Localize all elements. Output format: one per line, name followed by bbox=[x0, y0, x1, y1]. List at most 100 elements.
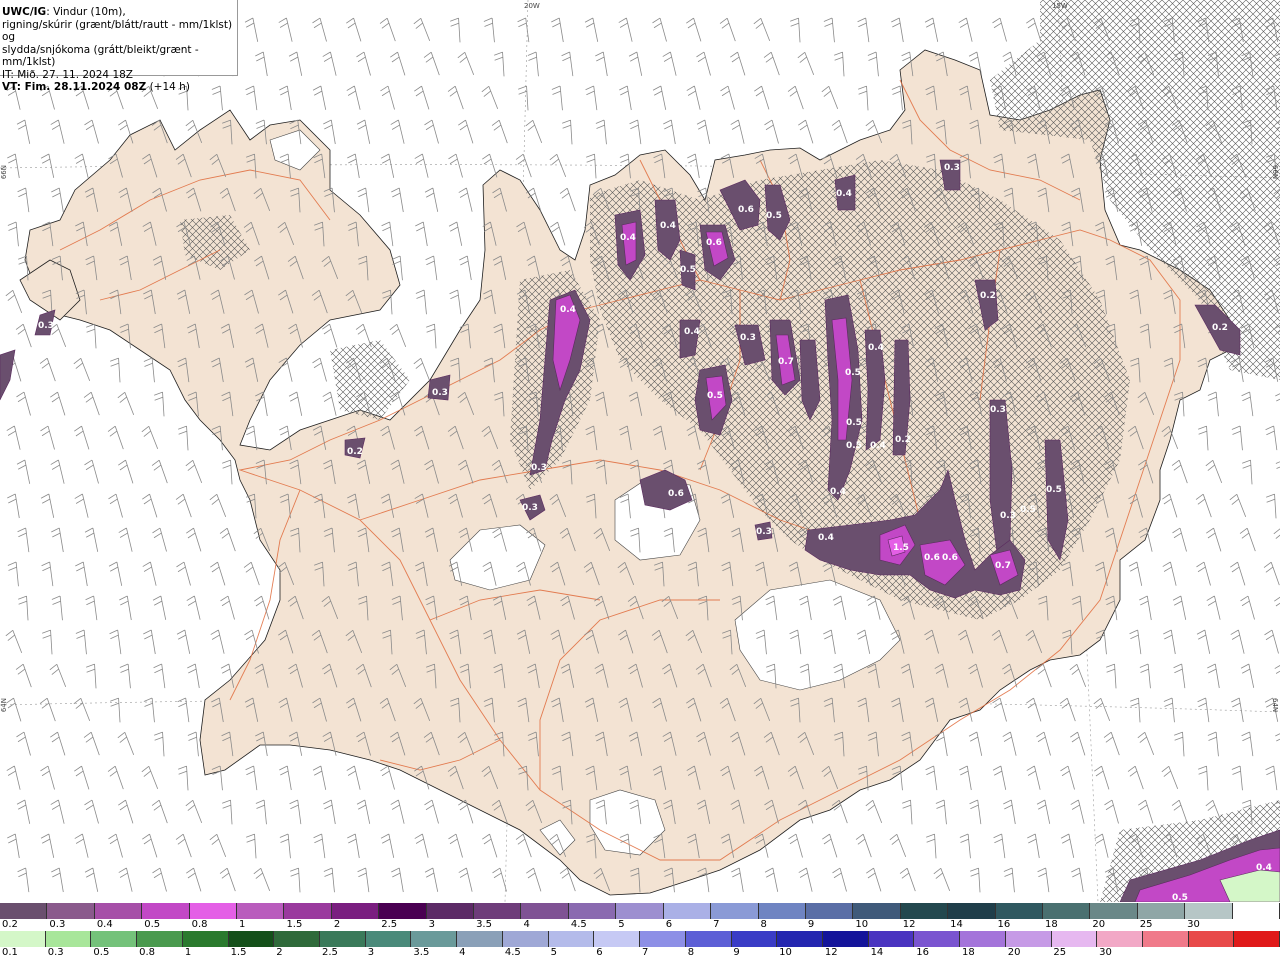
precip-label: 0.2 bbox=[980, 291, 996, 301]
model-name: UWC/IG bbox=[2, 6, 47, 18]
precip-label: 0.5 bbox=[846, 418, 862, 428]
legend-tick-label: 9 bbox=[807, 919, 815, 930]
legend-tick-label: 6 bbox=[665, 919, 673, 930]
legend-swatch bbox=[426, 903, 475, 919]
legend-swatch bbox=[822, 931, 869, 947]
precip-label: 0.2 bbox=[488, 545, 504, 555]
legend-tick-label: 2 bbox=[333, 919, 341, 930]
precip-label: 0.5 bbox=[707, 391, 723, 401]
legend-tick-label: 20 bbox=[1007, 947, 1021, 958]
legend-swatch bbox=[331, 903, 380, 919]
legend-swatch bbox=[711, 903, 759, 919]
legend-tick-label: 18 bbox=[1044, 919, 1058, 930]
latitude-label-66n-right: 66N bbox=[1271, 165, 1279, 180]
legend-swatch bbox=[1090, 903, 1138, 919]
precip-label: 0.4 bbox=[660, 221, 676, 231]
legend-tick-label: 25 bbox=[1139, 919, 1153, 930]
precip-label: 0.3 bbox=[990, 405, 1006, 415]
legend-tick-label: 0.4 bbox=[96, 919, 113, 930]
legend-swatch bbox=[189, 903, 238, 919]
legend-tick-label: 30 bbox=[1099, 947, 1112, 958]
info-line-2: rigning/skúrir (grænt/blátt/rautt - mm/1… bbox=[2, 18, 233, 44]
rain-color-scale bbox=[0, 931, 1280, 947]
legend-swatch bbox=[995, 903, 1043, 919]
legend-swatch bbox=[805, 903, 854, 919]
precip-label: 0.4 bbox=[818, 533, 834, 543]
legend-swatch bbox=[379, 903, 427, 919]
legend-tick-label: 5 bbox=[618, 919, 625, 930]
info-line-1: UWC/IG: Vindur (10m), bbox=[2, 6, 235, 19]
precip-label-offshore: 0.4 bbox=[1256, 863, 1272, 873]
iceland-forecast-map: 0.3 0.3 0.2 0.4 0.3 0.2 0.6 0.3 0.4 0.4 … bbox=[0, 0, 1280, 902]
legend-swatch bbox=[960, 931, 1006, 947]
legend-tick-label: 4 bbox=[459, 947, 466, 958]
legend-tick-label: 3 bbox=[367, 947, 375, 958]
precip-label: 0.4 bbox=[620, 233, 636, 243]
legend-swatch bbox=[758, 903, 806, 919]
precip-label: 0.5 bbox=[1046, 485, 1062, 495]
forecast-offset: (+14 h) bbox=[146, 81, 190, 93]
latitude-label-64n-right: 64N bbox=[1271, 698, 1279, 713]
legend-tick-label: 0.3 bbox=[49, 919, 66, 930]
legend-swatch bbox=[182, 931, 229, 947]
info-line-3: slydda/snjókoma (grátt/bleikt/grænt - mm… bbox=[2, 43, 199, 69]
legend-swatch bbox=[94, 903, 143, 919]
legend-tick-label: 7 bbox=[642, 947, 649, 958]
legend-tick-label: 0.8 bbox=[139, 947, 156, 958]
legend-swatch bbox=[1005, 931, 1052, 947]
precip-label: 0.3 bbox=[740, 333, 756, 343]
legend-swatch bbox=[1185, 903, 1233, 919]
precip-label: 0.6 bbox=[738, 205, 754, 215]
legend-swatch bbox=[457, 931, 503, 947]
legend-tick-label: 1 bbox=[239, 919, 246, 930]
precip-label: 0.4 bbox=[684, 327, 700, 337]
precip-label: 0.3 bbox=[522, 503, 538, 513]
legend-swatch bbox=[914, 931, 961, 947]
legend-tick-label: 1.5 bbox=[230, 947, 247, 958]
legend-swatch bbox=[411, 931, 458, 947]
precip-label: 0.6 bbox=[924, 553, 940, 563]
forecast-info-box: UWC/IG: Vindur (10m), rigning/skúrir (gr… bbox=[0, 0, 238, 93]
legend-tick-label: 0.5 bbox=[144, 919, 161, 930]
precip-label: 0.6 bbox=[668, 489, 684, 499]
legend-tick-label: 2.5 bbox=[322, 947, 338, 958]
legend-swatch bbox=[0, 903, 48, 919]
precip-label: 0.3 bbox=[756, 527, 772, 537]
legend-swatch bbox=[685, 931, 732, 947]
legend-swatch bbox=[1142, 931, 1189, 947]
legend-swatch bbox=[228, 931, 275, 947]
legend-tick-label: 8 bbox=[687, 947, 695, 958]
legend-swatch bbox=[900, 903, 949, 919]
legend-swatch bbox=[1234, 931, 1280, 947]
legend-swatch bbox=[616, 903, 664, 919]
precip-label: 0.3 bbox=[1000, 511, 1016, 521]
legend-swatch bbox=[1042, 903, 1091, 919]
legend-tick-label: 3.5 bbox=[476, 919, 492, 930]
precip-label: 0.3 bbox=[432, 388, 448, 398]
legend-swatch bbox=[948, 903, 996, 919]
legend-swatch bbox=[284, 903, 332, 919]
legend-swatch bbox=[663, 903, 712, 919]
rain-scale-ticks: 0.1 0.3 0.5 0.8 1 1.5 2 2.5 3 3.5 4 4.5 5 6 7 8 9 10 12 14 1… bbox=[0, 947, 1280, 959]
legend-tick-label: 0.8 bbox=[191, 919, 208, 930]
legend-tick-label: 18 bbox=[962, 947, 975, 958]
precip-label: 0.3 bbox=[531, 463, 547, 473]
precip-label: 0.5 bbox=[680, 265, 696, 275]
legend-swatch bbox=[502, 931, 549, 947]
legend-tick-label: 12 bbox=[824, 947, 838, 958]
precip-label: 0.4 bbox=[836, 189, 852, 199]
legend-swatch bbox=[731, 931, 778, 947]
legend-tick-label: 20 bbox=[1092, 919, 1106, 930]
legend-swatch bbox=[320, 931, 366, 947]
legend-tick-label: 1 bbox=[184, 947, 192, 958]
precip-label: 0.7 bbox=[778, 357, 794, 367]
legend-tick-label: 16 bbox=[916, 947, 930, 958]
legend-tick-label: 14 bbox=[950, 919, 963, 930]
legend-tick-label: 3.5 bbox=[413, 947, 430, 958]
legend-swatch bbox=[521, 903, 569, 919]
precip-label: 0.3 bbox=[944, 163, 960, 173]
legend-tick-label: 4.5 bbox=[570, 919, 587, 930]
legend-swatch bbox=[853, 903, 901, 919]
legend-tick-label: 16 bbox=[997, 919, 1011, 930]
legend-tick-label: 5 bbox=[550, 947, 557, 958]
